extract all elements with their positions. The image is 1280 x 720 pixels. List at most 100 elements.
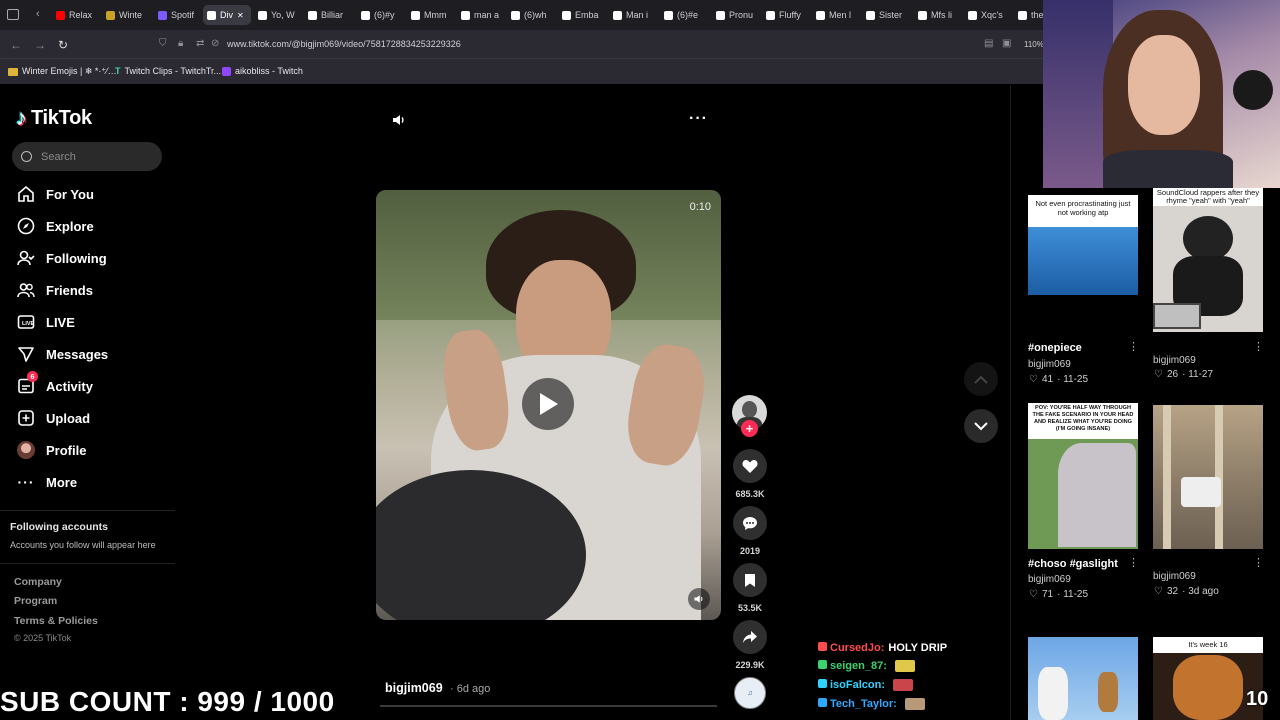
back-icon[interactable]: ← [10, 38, 22, 52]
browser-tab[interactable]: (6)#y [361, 5, 405, 25]
previous-video-button[interactable] [964, 362, 998, 396]
browser-tab[interactable]: Mfs li [918, 5, 962, 25]
folder-icon [8, 67, 18, 76]
bookmark-aikobliss[interactable]: aikobliss - Twitch [222, 66, 303, 76]
browser-tab[interactable]: Billiar [308, 5, 352, 25]
forward-icon[interactable]: → [34, 38, 46, 52]
play-icon [540, 393, 558, 415]
reload-icon[interactable]: ↻ [58, 38, 68, 52]
rec-date: · 3d ago [1182, 586, 1219, 597]
chat-badge-icon [818, 698, 827, 707]
browser-tab[interactable]: man a [461, 5, 505, 25]
rec-user[interactable]: bigjim069 [1028, 574, 1071, 585]
nav-item-friends[interactable]: Friends [16, 278, 93, 302]
browser-tab[interactable]: Mmm [411, 5, 455, 25]
browser-tab[interactable]: Winte [106, 5, 150, 25]
tab-overview-icon[interactable] [7, 9, 19, 20]
footer-company[interactable]: Company [14, 576, 62, 588]
rec-meta: ♡ 41 · 11-25 [1029, 374, 1088, 385]
rec-thumbnail[interactable] [1153, 405, 1263, 549]
rec-user[interactable]: bigjim069 [1153, 571, 1196, 582]
screenshot-icon[interactable]: ▣ [1002, 38, 1011, 49]
rec-figure [1173, 655, 1243, 720]
tab-label: Pronu [729, 10, 754, 20]
volume-icon[interactable] [391, 112, 407, 128]
url-text[interactable]: www.tiktok.com/@bigjim069/video/75817288… [227, 39, 461, 49]
footer-terms[interactable]: Terms & Policies [14, 615, 98, 627]
bookmark-winter-emojis[interactable]: Winter Emojis | ❄ *·⁺⁄… [8, 66, 117, 77]
more-options-icon[interactable]: ··· [689, 110, 708, 128]
nav-item-messages[interactable]: Messages [16, 342, 108, 366]
tracking-icon[interactable]: ⊘ [211, 38, 219, 49]
nav-label: Following [46, 250, 107, 266]
browser-tab[interactable]: Men l [816, 5, 860, 25]
browser-tab[interactable]: Xqc's [968, 5, 1012, 25]
play-button[interactable] [522, 378, 574, 430]
tabs-scroll-left-icon[interactable]: ‹ [36, 8, 40, 20]
tab-favicon-icon [613, 10, 622, 20]
permissions-icon[interactable]: ⇄ [196, 38, 204, 49]
bookmark-twitch-clips[interactable]: T Twitch Clips - TwitchTr... [115, 66, 221, 76]
nav-item-activity[interactable]: 6 Activity [16, 371, 93, 398]
share-button[interactable] [733, 620, 767, 654]
tab-label: Yo, W [271, 10, 295, 20]
video-author[interactable]: bigjim069 [385, 681, 443, 695]
nav-item-live[interactable]: LIVE LIVE [16, 310, 75, 334]
search-input[interactable]: Search [12, 142, 162, 171]
nav-item-following[interactable]: Following [16, 246, 107, 270]
save-button[interactable] [733, 563, 767, 597]
nav-item-explore[interactable]: Explore [16, 214, 94, 238]
next-video-button[interactable] [964, 409, 998, 443]
tab-favicon-icon [816, 10, 825, 20]
chevron-down-icon [974, 421, 988, 430]
tiktok-logo[interactable]: ♪ TikTok [16, 105, 92, 131]
browser-tab[interactable]: Man i [613, 5, 657, 25]
browser-tab[interactable]: Pronu [716, 5, 760, 25]
rec-more-icon[interactable]: ⋮ [1128, 556, 1139, 569]
music-disc[interactable]: ♫ [734, 677, 766, 709]
zoom-level[interactable]: 110% [1024, 40, 1044, 49]
nav-item-more[interactable]: ··· More [16, 470, 78, 494]
rec-more-icon[interactable]: ⋮ [1253, 340, 1264, 353]
nav-item-for-you[interactable]: For You [16, 182, 94, 206]
browser-tab[interactable]: Emba [562, 5, 606, 25]
follow-plus-button[interactable]: + [741, 420, 758, 437]
rec-user[interactable]: bigjim069 [1028, 359, 1071, 370]
browser-tab[interactable]: Sister [866, 5, 910, 25]
browser-tab[interactable]: (6)wh [511, 5, 555, 25]
video-player[interactable]: 0:10 [376, 190, 721, 620]
close-tab-icon[interactable]: ✕ [237, 11, 244, 20]
rec-thumbnail[interactable]: POV: YOU'RE HALF WAY THROUGH THE FAKE SC… [1028, 403, 1138, 549]
rec-title[interactable]: #onepiece [1028, 342, 1082, 354]
tab-favicon-icon [361, 10, 370, 20]
browser-tab[interactable]: Div ✕ [203, 5, 251, 25]
rec-thumbnail[interactable] [1028, 637, 1138, 720]
like-button[interactable] [733, 449, 767, 483]
tiktok-note-icon: ♪ [16, 105, 27, 130]
video-volume-button[interactable] [688, 588, 710, 610]
footer-program[interactable]: Program [14, 595, 57, 607]
rec-user[interactable]: bigjim069 [1153, 355, 1196, 366]
comment-button[interactable] [733, 506, 767, 540]
browser-tab[interactable]: Yo, W [258, 5, 302, 25]
rec-more-icon[interactable]: ⋮ [1128, 340, 1139, 353]
streamer-webcam [1043, 0, 1280, 188]
browser-tab[interactable]: Spotif [158, 5, 202, 25]
lock-icon[interactable]: 🔒︎ [178, 38, 183, 49]
rec-thumbnail[interactable]: SoundCloud rappers after they rhyme "yea… [1153, 188, 1263, 332]
rec-likes: 71 [1041, 589, 1054, 600]
reader-icon[interactable]: ▤ [984, 38, 993, 49]
browser-tab[interactable]: (6)#e [664, 5, 708, 25]
browser-tab[interactable]: Relax [56, 5, 100, 25]
nav-item-upload[interactable]: Upload [16, 406, 90, 430]
rec-thumbnail[interactable]: Not even procrastinating just not workin… [1028, 195, 1138, 295]
shield-icon[interactable]: ⛉ [159, 38, 167, 49]
browser-tab[interactable]: Fluffy [766, 5, 810, 25]
rec-more-icon[interactable]: ⋮ [1253, 556, 1264, 569]
tab-label: (6)#e [677, 10, 699, 20]
rec-title[interactable]: #choso #gaslight [1028, 558, 1118, 570]
activity-icon: 6 [16, 371, 38, 396]
nav-item-profile[interactable]: Profile [16, 438, 86, 462]
chat-text: HOLY DRIP [888, 642, 948, 654]
video-progress-bar[interactable] [380, 705, 717, 707]
